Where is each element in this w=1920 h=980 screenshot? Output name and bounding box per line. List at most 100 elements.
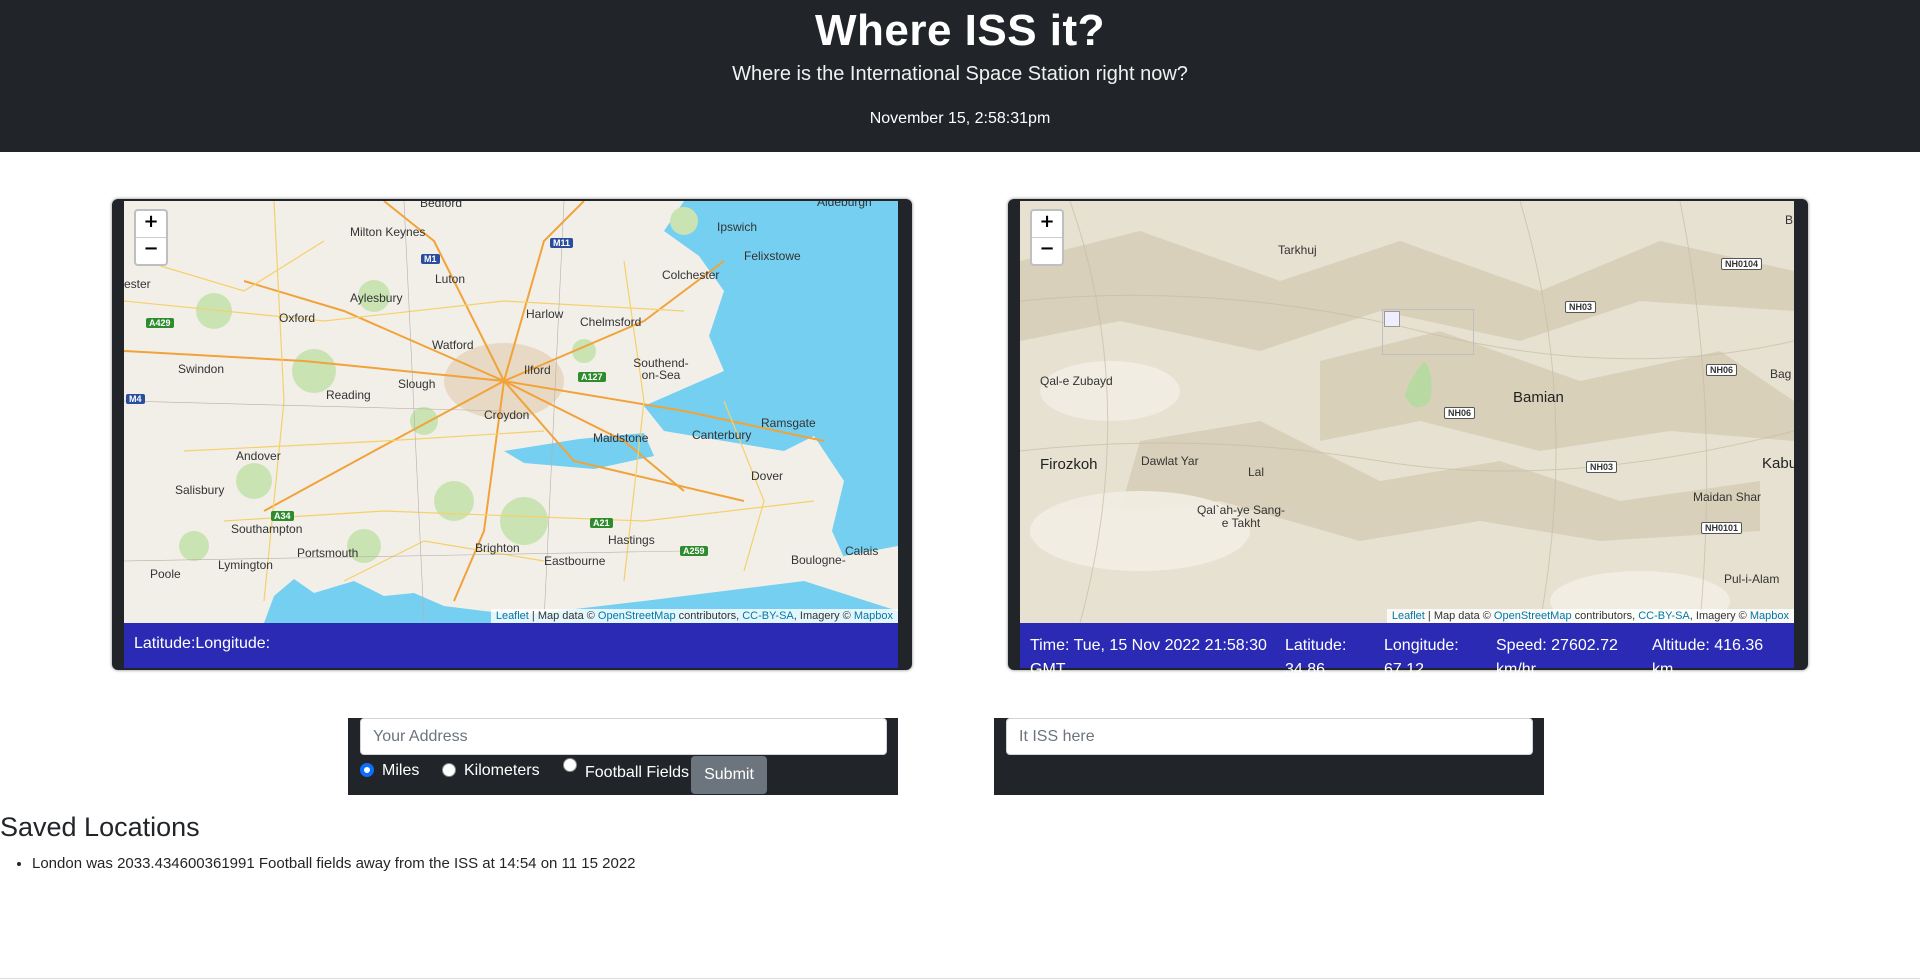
map-label: Hastings bbox=[608, 533, 655, 547]
user-location-map[interactable]: Bedford Aldeburgh Milton Keynes Ipswich … bbox=[124, 201, 898, 623]
map-label: Lal bbox=[1248, 465, 1265, 479]
map-label: Maidan Shar bbox=[1693, 490, 1762, 504]
map-label: Southend-on-Sea bbox=[633, 356, 689, 382]
radio-miles[interactable]: Miles bbox=[360, 762, 419, 780]
iss-longitude: Longitude: 67.12 bbox=[1384, 634, 1459, 682]
road-shield: A127 bbox=[578, 372, 606, 382]
map-label: Qal-e Zubayd bbox=[1040, 374, 1113, 388]
submit-button[interactable]: Submit bbox=[691, 756, 767, 794]
iss-time: Time: Tue, 15 Nov 2022 21:58:30 GMT bbox=[1030, 634, 1267, 682]
map-label: B bbox=[1785, 213, 1794, 227]
leaflet-link[interactable]: Leaflet bbox=[1392, 610, 1425, 622]
map-label: Dawlat Yar bbox=[1141, 454, 1199, 468]
leaflet-link[interactable]: Leaflet bbox=[496, 610, 529, 622]
map-label: Milton Keynes bbox=[350, 225, 426, 239]
iss-time-line: Time: Tue, 15 Nov 2022 21:58:30 bbox=[1030, 637, 1267, 654]
license-link[interactable]: CC-BY-SA bbox=[742, 610, 794, 622]
map-label: Brighton bbox=[475, 541, 520, 555]
map-label: Southampton bbox=[231, 522, 303, 536]
radio-dot[interactable] bbox=[563, 758, 577, 772]
map-label: Colchester bbox=[662, 268, 720, 282]
iss-time-zone: GMT bbox=[1030, 661, 1066, 678]
iss-map-card: Tarkhuj Qal-e Zubayd Bamian Firozkoh Daw… bbox=[1008, 199, 1808, 678]
radio-label: Kilometers bbox=[464, 762, 540, 779]
map-label: Bamian bbox=[1513, 389, 1564, 406]
road-shield: NH03 bbox=[1586, 461, 1618, 473]
page-header: Where ISS it? Where is the International… bbox=[0, 0, 1920, 152]
map-label: Calais bbox=[845, 544, 879, 558]
user-coords-bar: Latitude:Longitude: bbox=[124, 623, 898, 668]
osm-link[interactable]: OpenStreetMap bbox=[598, 610, 676, 622]
iss-latitude: Latitude: 34.86 bbox=[1285, 634, 1346, 682]
map-label: Boulogne- bbox=[791, 553, 846, 567]
iss-info-bar: Time: Tue, 15 Nov 2022 21:58:30 GMT Lati… bbox=[1020, 623, 1794, 678]
radio-football-fields[interactable]: Football Fields bbox=[563, 758, 690, 781]
iss-speed-value: Speed: 27602.72 bbox=[1496, 637, 1618, 654]
map-label: Bedford bbox=[420, 201, 463, 210]
radio-dot[interactable] bbox=[442, 763, 456, 777]
attribution-text: , Imagery © bbox=[793, 610, 854, 622]
page-title: Where ISS it? bbox=[814, 6, 1106, 55]
map-label: Dover bbox=[751, 469, 784, 483]
map-label: Poole bbox=[150, 567, 181, 581]
saved-locations-list: London was 2033.434600361991 Football fi… bbox=[0, 855, 636, 872]
license-link[interactable]: CC-BY-SA bbox=[1638, 610, 1690, 622]
road-shield: A429 bbox=[146, 318, 174, 328]
user-location-map-card: Bedford Aldeburgh Milton Keynes Ipswich … bbox=[112, 199, 912, 670]
iss-altitude: Altitude: 416.36 km bbox=[1652, 634, 1763, 682]
page-subtitle: Where is the International Space Station… bbox=[732, 63, 1188, 85]
iss-altitude-unit: km bbox=[1652, 661, 1674, 678]
zoom-in-button[interactable]: + bbox=[136, 211, 166, 237]
road-shield: A21 bbox=[590, 518, 613, 528]
attribution-text: , Imagery © bbox=[1689, 610, 1750, 622]
map-label: Ipswich bbox=[717, 220, 758, 234]
road-shield: A259 bbox=[680, 546, 708, 556]
saved-locations-heading: Saved Locations bbox=[0, 812, 200, 842]
address-form: Miles Kilometers Football Fields Submit bbox=[348, 718, 898, 795]
map-label: Pul-i-Alam bbox=[1724, 572, 1780, 586]
osm-link[interactable]: OpenStreetMap bbox=[1494, 610, 1572, 622]
saved-locations: Saved Locations London was 2033.43460036… bbox=[0, 812, 636, 872]
radio-label: Miles bbox=[382, 762, 420, 779]
map-label: Bag bbox=[1770, 367, 1792, 381]
map-label: Felixstowe bbox=[744, 249, 801, 263]
map-tiles-afghanistan bbox=[1020, 201, 1794, 623]
radio-dot[interactable] bbox=[360, 763, 374, 777]
iss-map[interactable]: Tarkhuj Qal-e Zubayd Bamian Firozkoh Daw… bbox=[1020, 201, 1794, 623]
map-label: Salisbury bbox=[175, 483, 225, 497]
iss-marker-icon[interactable] bbox=[1382, 309, 1474, 355]
radio-label: Football Fields bbox=[585, 764, 690, 781]
road-shield: A34 bbox=[271, 511, 294, 521]
zoom-in-button[interactable]: + bbox=[1032, 211, 1062, 237]
iss-longitude-value: 67.12 bbox=[1384, 661, 1425, 678]
zoom-out-button[interactable]: − bbox=[1032, 237, 1062, 264]
iss-altitude-value: Altitude: 416.36 bbox=[1652, 637, 1764, 654]
attribution-text: contributors, bbox=[1571, 610, 1639, 622]
map-label: Tarkhuj bbox=[1278, 243, 1317, 257]
map-label: Chelmsford bbox=[580, 315, 642, 329]
attribution-text: | Map data © bbox=[528, 610, 598, 622]
radio-kilometers[interactable]: Kilometers bbox=[442, 762, 540, 780]
iss-location-form bbox=[994, 718, 1544, 795]
iss-longitude-label: Longitude: bbox=[1384, 637, 1459, 654]
road-shield: M4 bbox=[126, 394, 145, 404]
address-input[interactable] bbox=[360, 718, 887, 755]
map-label: Aylesbury bbox=[350, 291, 403, 305]
zoom-control: + − bbox=[1030, 209, 1064, 266]
map-label: Oxford bbox=[279, 311, 316, 325]
map-label: Canterbury bbox=[692, 428, 752, 442]
map-label: Maidstone bbox=[593, 431, 649, 445]
mapbox-link[interactable]: Mapbox bbox=[1750, 610, 1789, 622]
road-shield: NH03 bbox=[1565, 301, 1597, 313]
map-label: Aldeburgh bbox=[817, 201, 872, 209]
road-shield: M11 bbox=[550, 238, 574, 248]
iss-location-input[interactable] bbox=[1006, 718, 1533, 755]
map-label: Firozkoh bbox=[1040, 456, 1098, 473]
map-label: Portsmouth bbox=[297, 546, 359, 560]
map-label: Qal`ah-ye Sang-e Takht bbox=[1196, 503, 1286, 530]
iss-latitude-label: Latitude: bbox=[1285, 637, 1347, 654]
mapbox-link[interactable]: Mapbox bbox=[854, 610, 893, 622]
map-label: Slough bbox=[398, 377, 436, 391]
zoom-out-button[interactable]: − bbox=[136, 237, 166, 264]
road-shield: NH0101 bbox=[1701, 522, 1743, 534]
